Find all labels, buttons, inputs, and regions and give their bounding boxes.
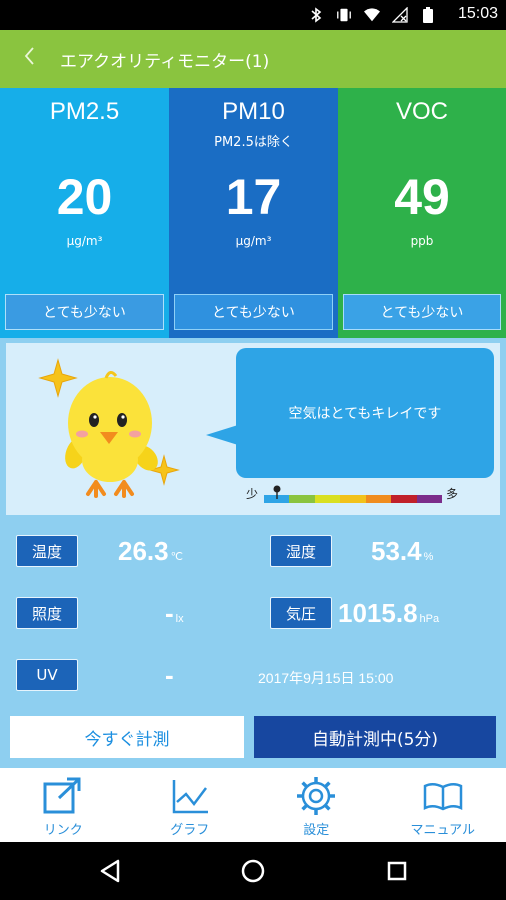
- home-circle-icon[interactable]: [238, 856, 268, 886]
- scale-color-bar: [264, 495, 442, 503]
- metric-voc[interactable]: VOC 49 ppb とても少ない: [338, 88, 506, 338]
- temperature-number: 26.3: [118, 536, 169, 566]
- scale-segment: [289, 495, 315, 503]
- scale-segment: [365, 495, 392, 503]
- character-box: 空気はとてもキレイです 少 多: [6, 343, 500, 515]
- metrics-panel: PM2.5 20 μg/m³ とても少ない PM10 PM2.5は除く 17 μ…: [0, 88, 506, 338]
- chick-mascot-illustration: [38, 358, 180, 498]
- scale-segment: [314, 495, 341, 503]
- bluetooth-icon: [308, 7, 324, 23]
- metric-unit: μg/m³: [66, 234, 103, 248]
- line-graph-icon: [172, 780, 208, 814]
- status-character-area: 空気はとてもキレイです 少 多: [0, 338, 506, 518]
- nav-manual[interactable]: マニュアル: [380, 768, 506, 842]
- back-triangle-icon[interactable]: [96, 856, 126, 886]
- bottom-navigation: リンク グラフ 設定 マニュアル: [0, 768, 506, 842]
- measure-now-button[interactable]: 今すぐ計測: [10, 716, 244, 758]
- metric-level-badge: とても少ない: [5, 294, 164, 330]
- measurement-timestamp: 2017年9月15日 15:00: [258, 670, 394, 686]
- nav-link-label: リンク: [43, 823, 83, 838]
- nav-link[interactable]: リンク: [0, 768, 127, 842]
- metric-level-badge: とても少ない: [343, 294, 501, 330]
- book-icon: [423, 783, 462, 811]
- temperature-value: 26.3 ℃: [118, 536, 183, 567]
- scale-segment: [391, 495, 417, 503]
- scale-high-label: 多: [446, 487, 459, 501]
- temperature-tag: 温度: [16, 535, 78, 567]
- air-status-message: 空気はとてもキレイです: [288, 406, 442, 422]
- readings-panel: 温度 26.3 ℃ 湿度 53.4% 照度 - lx 気圧 1015.8 hPa UV…: [0, 518, 506, 768]
- status-bar: 15:03: [0, 0, 506, 30]
- pressure-unit: hPa: [419, 613, 440, 625]
- page-title: エアクオリティモニター(1): [60, 51, 270, 72]
- metric-name: PM2.5: [49, 98, 120, 125]
- metric-name: PM10: [222, 98, 285, 125]
- humidity-tag: 湿度: [270, 535, 332, 567]
- battery-icon: [420, 7, 436, 23]
- nav-manual-label: マニュアル: [410, 823, 476, 838]
- speech-bubble-tail: [206, 425, 238, 445]
- auto-measure-button[interactable]: 自動計測中(5分): [254, 716, 496, 758]
- recents-square-icon[interactable]: [382, 856, 412, 886]
- scale-pin-icon: [273, 485, 281, 499]
- speech-bubble: 空気はとてもキレイです: [236, 348, 494, 478]
- metric-unit: ppb: [410, 234, 434, 248]
- back-button[interactable]: [0, 30, 58, 88]
- illuminance-number: -: [165, 598, 174, 628]
- system-navigation-bar: [0, 842, 506, 900]
- illuminance-unit: lx: [175, 613, 184, 625]
- metric-unit: μg/m³: [235, 234, 272, 248]
- illuminance-value: - lx: [165, 598, 184, 629]
- metric-pm10[interactable]: PM10 PM2.5は除く 17 μg/m³ とても少ない: [169, 88, 338, 338]
- nav-settings-label: 設定: [303, 823, 330, 838]
- metric-pm25[interactable]: PM2.5 20 μg/m³ とても少ない: [0, 88, 169, 338]
- scale-segment: [340, 495, 366, 503]
- humidity-value: 53.4%: [371, 536, 433, 567]
- external-link-icon: [43, 777, 81, 814]
- scale-low-label: 少: [246, 487, 259, 501]
- metric-name: VOC: [395, 98, 448, 125]
- metric-value: 17: [225, 169, 282, 225]
- nav-settings[interactable]: 設定: [253, 768, 380, 842]
- nav-graph[interactable]: グラフ: [127, 768, 254, 842]
- humidity-unit: %: [423, 551, 434, 563]
- app-bar: エアクオリティモニター(1): [0, 30, 506, 88]
- vibrate-icon: [336, 7, 352, 23]
- metric-level-badge: とても少ない: [174, 294, 333, 330]
- temperature-unit: ℃: [170, 551, 183, 563]
- air-level-scale: 少 多: [246, 485, 476, 505]
- metric-value: 49: [394, 169, 450, 225]
- humidity-number: 53.4: [371, 536, 422, 566]
- uv-tag: UV: [16, 659, 78, 691]
- pressure-number: 1015.8: [338, 598, 418, 628]
- nav-graph-label: グラフ: [170, 823, 210, 838]
- status-time: 15:03: [457, 5, 498, 22]
- metric-subtitle: PM2.5は除く: [214, 135, 293, 150]
- status-icons: [308, 5, 436, 25]
- pressure-tag: 気圧: [270, 597, 332, 629]
- scale-segment: [416, 495, 442, 503]
- gear-icon: [297, 777, 336, 815]
- illuminance-tag: 照度: [16, 597, 78, 629]
- uv-value: -: [165, 660, 174, 690]
- no-signal-icon: [392, 7, 408, 23]
- chevron-left-icon: [23, 46, 35, 72]
- wifi-icon: [364, 7, 380, 23]
- pressure-value: 1015.8 hPa: [338, 598, 439, 629]
- metric-value: 20: [56, 169, 113, 225]
